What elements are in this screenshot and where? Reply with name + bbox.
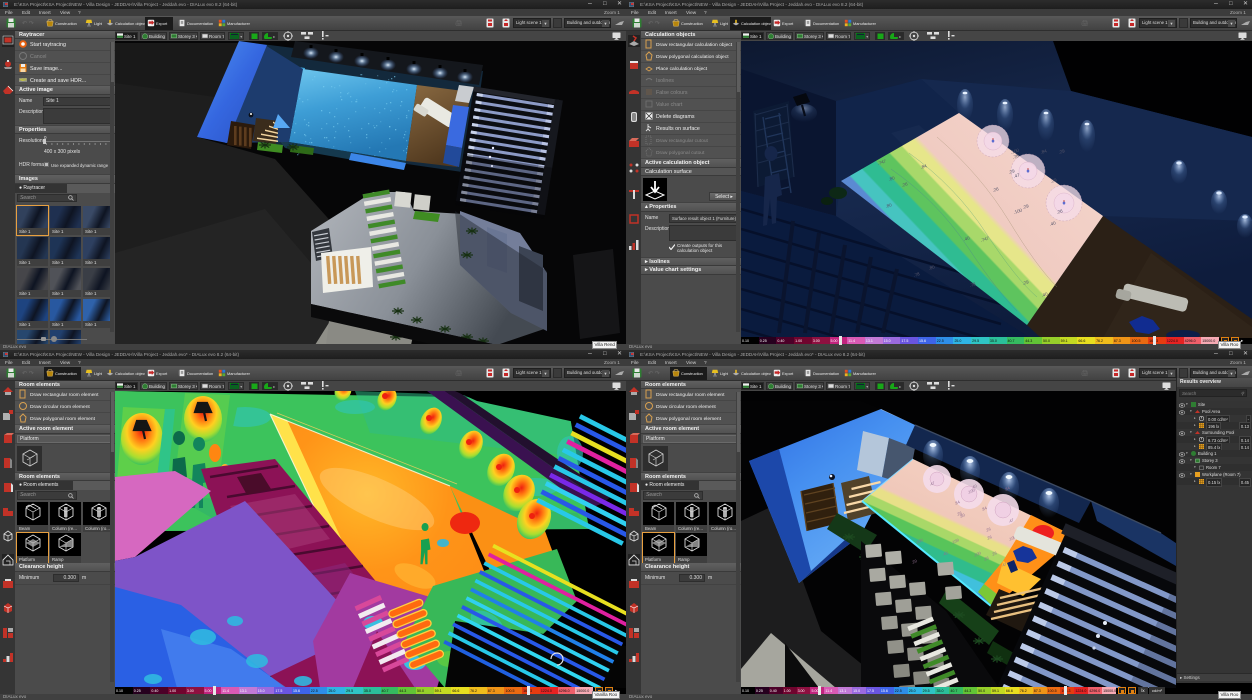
svg-text:HDR: HDR <box>20 78 27 82</box>
